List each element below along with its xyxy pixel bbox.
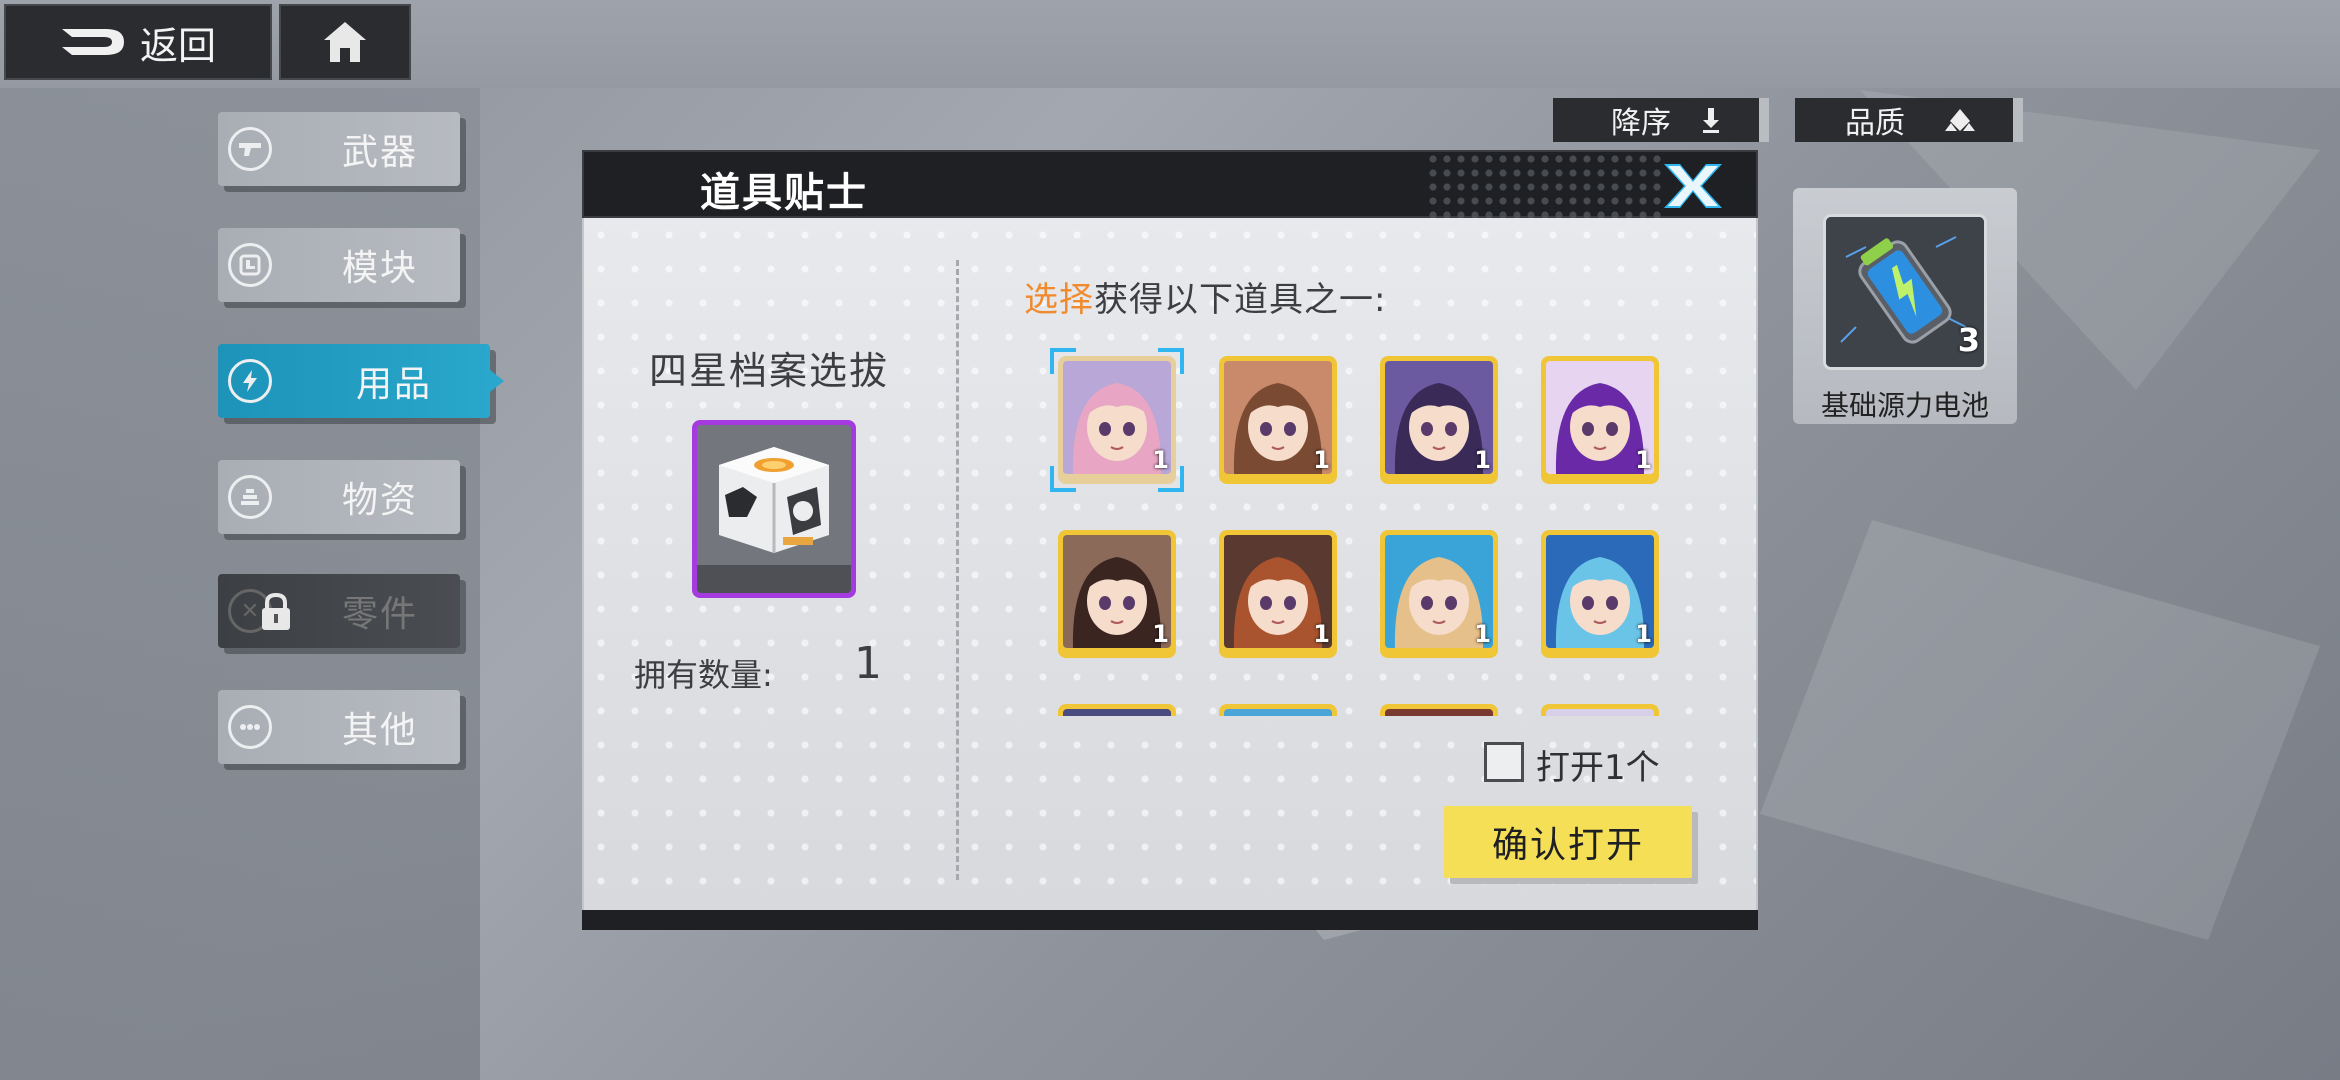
reward-item[interactable]: 1 (1219, 356, 1337, 484)
background-shard (1760, 520, 2320, 940)
arrow-down-icon (1703, 108, 1719, 133)
reward-item[interactable] (1058, 704, 1176, 716)
item-name: 基础源力电池 (1820, 389, 1989, 422)
tab-parts-locked[interactable]: ✕ 零件 (218, 574, 460, 648)
reward-quantity: 1 (1313, 446, 1330, 474)
diamond-icon (1945, 109, 1975, 131)
reward-quantity: 1 (1152, 620, 1169, 648)
character-portrait (1546, 709, 1654, 716)
dialog-header: 道具贴士 (582, 150, 1758, 218)
owned-quantity-value: 1 (854, 638, 882, 689)
character-portrait: 1 (1546, 535, 1654, 648)
reward-item[interactable]: 1 (1380, 530, 1498, 658)
owned-quantity-label: 拥有数量: (634, 656, 773, 694)
sort-quality-button[interactable]: 品质 (1795, 98, 2023, 142)
reward-quantity: 1 (1635, 446, 1652, 474)
tab-label: 模块 (342, 248, 419, 289)
selection-corner (1158, 466, 1184, 492)
character-portrait: 1 (1063, 361, 1171, 474)
choose-highlight: 选择 (1024, 280, 1094, 320)
open-one-label: 打开1个 (1536, 748, 1660, 788)
tab-others[interactable]: 其他 (218, 690, 460, 764)
reward-item[interactable]: 1 (1380, 356, 1498, 484)
header-dot-pattern (1426, 152, 1666, 218)
reward-grid: 1 1 1 1 1 1 1 1 (1048, 346, 1668, 716)
tab-supplies-active[interactable]: 用品 (218, 344, 504, 418)
back-button[interactable]: 返回 (4, 4, 272, 80)
box-thumbnail (692, 420, 856, 598)
choose-rest: 获得以下道具之一: (1094, 280, 1387, 320)
reward-item[interactable]: 1 (1058, 530, 1176, 658)
character-portrait (1063, 709, 1171, 716)
character-portrait: 1 (1224, 361, 1332, 474)
character-portrait (1385, 709, 1493, 716)
close-icon[interactable] (1658, 160, 1728, 212)
sort-order-label: 降序 (1611, 106, 1671, 141)
reward-quantity: 1 (1635, 620, 1652, 648)
dialog-body: 四星档案选拔 拥有数量: 1 选择获得以下道具之一: 1 1 1 1 1 1 1… (582, 218, 1758, 910)
lootbox-icon (697, 425, 851, 593)
reward-item[interactable] (1219, 704, 1337, 716)
selection-corner (1158, 348, 1184, 374)
selection-corner (1050, 348, 1076, 374)
sort-order-button[interactable]: 降序 (1553, 98, 1769, 142)
lightning-icon (228, 359, 272, 403)
tab-modules[interactable]: 模块 (218, 228, 460, 302)
reward-quantity: 1 (1474, 620, 1491, 648)
lock-icon (262, 592, 290, 630)
character-portrait (1224, 709, 1332, 716)
character-portrait: 1 (1385, 361, 1493, 474)
sort-quality-label: 品质 (1845, 106, 1905, 141)
back-arrow-icon (62, 29, 124, 55)
reward-item[interactable]: 1 (1219, 530, 1337, 658)
item-count: 3 (1957, 321, 1980, 359)
tab-weapons[interactable]: 武器 (218, 112, 460, 186)
dashed-divider (956, 260, 959, 880)
selection-corner (1050, 466, 1076, 492)
tab-materials[interactable]: 物资 (218, 460, 460, 534)
reward-quantity: 1 (1474, 446, 1491, 474)
box-name: 四星档案选拔 (648, 349, 889, 393)
dialog-footer (582, 910, 1758, 930)
item-tip-dialog: 道具贴士 四星档案选拔 拥有数量: 1 选择获得以下道具之一: 1 1 1 1 … (582, 150, 1758, 930)
tab-label: 零件 (342, 594, 419, 635)
reward-item[interactable]: 1 (1541, 530, 1659, 658)
dialog-title: 道具贴士 (700, 170, 868, 216)
back-label: 返回 (140, 23, 217, 68)
character-portrait: 1 (1063, 535, 1171, 648)
reward-quantity: 1 (1313, 620, 1330, 648)
inventory-item-card[interactable]: 3 基础源力电池 (1793, 188, 2017, 424)
reward-item[interactable]: 1 (1541, 356, 1659, 484)
character-portrait: 1 (1546, 361, 1654, 474)
open-one-checkbox[interactable] (1484, 742, 1524, 782)
tab-label: 物资 (342, 480, 419, 521)
home-button[interactable] (279, 4, 411, 80)
module-icon (228, 243, 272, 287)
character-portrait: 1 (1224, 535, 1332, 648)
reward-item[interactable] (1380, 704, 1498, 716)
supply-icon (228, 475, 272, 519)
reward-item-selected[interactable]: 1 (1050, 348, 1184, 492)
battery-item-thumbnail: 3 (1823, 214, 1987, 370)
more-icon (228, 705, 272, 749)
tab-label: 武器 (342, 132, 419, 173)
reward-item[interactable] (1541, 704, 1659, 716)
confirm-label: 确认打开 (1491, 825, 1644, 866)
character-portrait: 1 (1385, 535, 1493, 648)
confirm-open-button[interactable]: 确认打开 (1444, 806, 1692, 878)
tab-label: 其他 (342, 710, 419, 751)
choose-prompt: 选择获得以下道具之一: (1024, 272, 1386, 321)
tab-label: 用品 (356, 364, 433, 405)
home-icon (324, 22, 366, 62)
gun-icon (228, 127, 272, 171)
